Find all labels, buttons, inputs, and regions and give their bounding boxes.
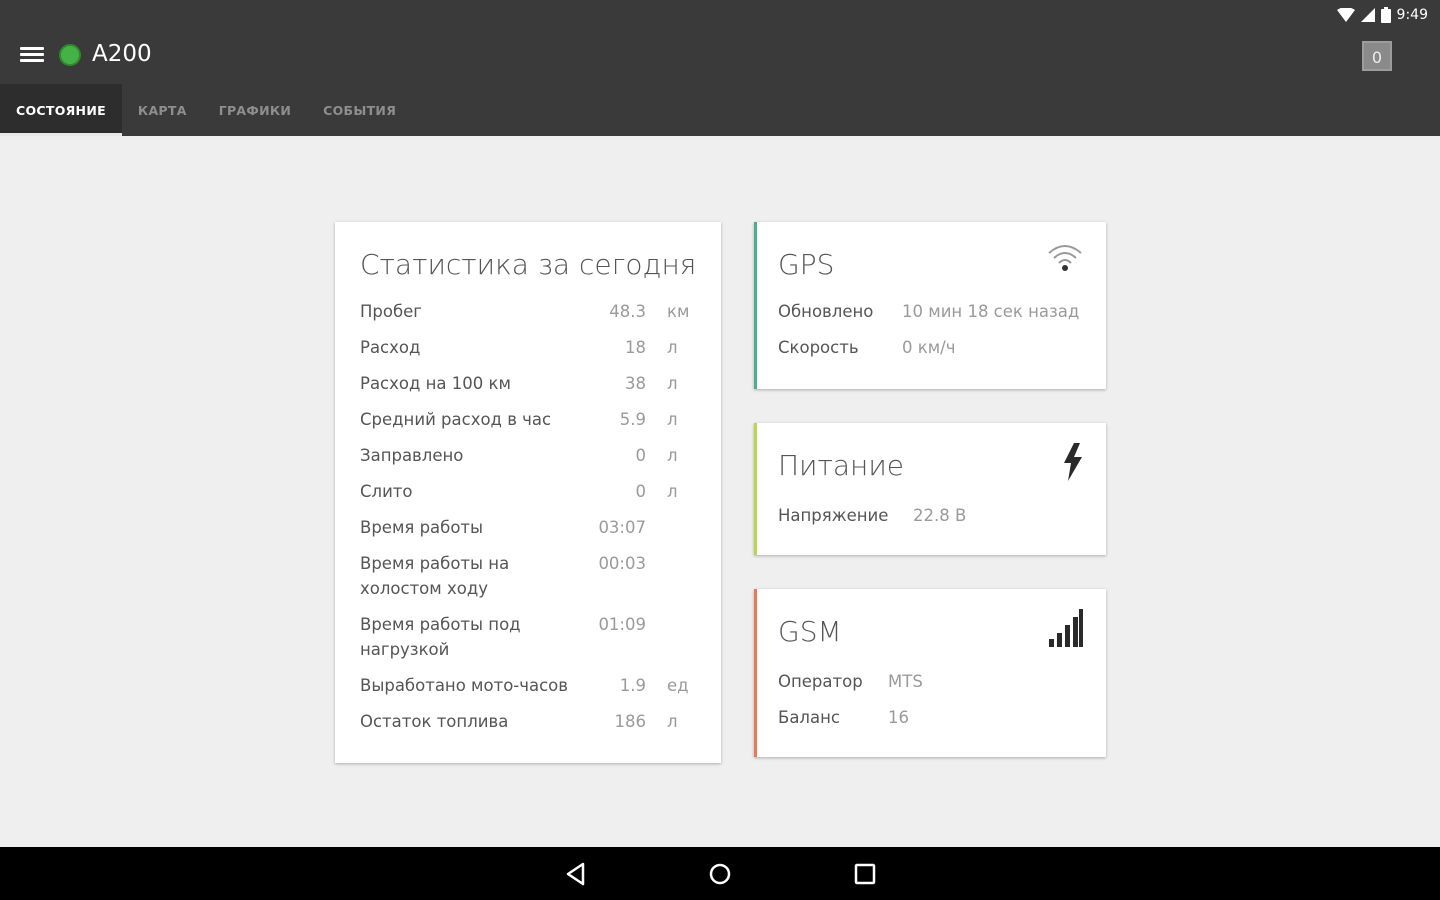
gps-updated-row: Обновлено 10 мин 18 сек назад: [778, 299, 1098, 324]
gsm-balance-value: 16: [888, 708, 909, 727]
notification-counter[interactable]: 0: [1362, 41, 1392, 71]
toolbar: A200 0: [0, 30, 1440, 82]
stat-label: Заправлено: [360, 446, 464, 465]
stat-unit: л: [667, 410, 678, 429]
tab-events[interactable]: СОБЫТИЯ: [307, 84, 412, 136]
stat-value: 0: [635, 446, 647, 465]
stats-card: Статистика за сегодня Пробег 48.3 км Расход…: [335, 222, 721, 763]
tab-status[interactable]: СОСТОЯНИЕ: [0, 84, 122, 136]
power-title: Питание: [778, 449, 904, 482]
stat-label: Время работы под нагрузкой: [360, 615, 521, 659]
gsm-operator-row: Оператор MTS: [778, 669, 1098, 694]
stat-unit: л: [667, 482, 678, 501]
stat-unit: л: [667, 374, 678, 393]
stat-label: Время работы на холостом ходу: [360, 554, 510, 598]
power-card: Питание Напряжение 22.8 В: [754, 423, 1106, 555]
system-status-bar: 9:49: [1336, 4, 1428, 26]
stat-label: Слито: [360, 482, 413, 501]
online-status-icon: [59, 44, 81, 66]
gps-speed-row: Скорость 0 км/ч: [778, 335, 1098, 360]
stat-value: 00:03: [598, 554, 646, 573]
gps-card: GPS Обновлено 10 мин 18 сек назад Скорос…: [754, 222, 1106, 389]
power-voltage-label: Напряжение: [778, 506, 889, 525]
cell-status-icon: [1360, 8, 1375, 22]
wifi-signal-icon: [1048, 245, 1082, 271]
gsm-card: GSM Оператор MTS Баланс 16: [754, 589, 1106, 757]
stat-label: Остаток топлива: [360, 712, 509, 731]
gsm-balance-row: Баланс 16: [778, 705, 1098, 730]
stat-unit: км: [667, 302, 690, 321]
gsm-balance-label: Баланс: [778, 708, 840, 727]
stats-title: Статистика за сегодня: [360, 248, 697, 281]
wifi-status-icon: [1336, 8, 1355, 22]
vehicle-title: A200: [92, 41, 152, 67]
stat-value: 0: [635, 482, 647, 501]
cell-signal-icon: [1049, 609, 1083, 647]
gsm-operator-label: Оператор: [778, 672, 863, 691]
stat-value: 186: [614, 712, 647, 731]
power-voltage-row: Напряжение 22.8 В: [778, 503, 1098, 528]
gsm-operator-value: MTS: [888, 672, 923, 691]
stat-unit: л: [667, 712, 678, 731]
back-icon[interactable]: [563, 861, 589, 887]
stat-value: 38: [625, 374, 646, 393]
gps-accent: [754, 222, 757, 389]
stat-value: 1.9: [619, 676, 646, 695]
power-accent: [754, 423, 757, 555]
stat-value: 5.9: [619, 410, 646, 429]
gps-updated-value: 10 мин 18 сек назад: [902, 302, 1080, 321]
gsm-accent: [754, 589, 757, 757]
stat-unit: л: [667, 446, 678, 465]
gps-speed-value: 0 км/ч: [902, 338, 956, 357]
recents-icon[interactable]: [852, 861, 878, 887]
stat-label: Расход: [360, 338, 421, 357]
gps-speed-label: Скорость: [778, 338, 859, 357]
stat-label: Пробег: [360, 302, 422, 321]
stat-label: Время работы: [360, 518, 484, 537]
app-bar: 9:49 A200 0 СОСТОЯНИЕ КАРТА ГРАФИКИ СОБЫ…: [0, 0, 1440, 136]
stat-unit: л: [667, 338, 678, 357]
gps-updated-label: Обновлено: [778, 302, 874, 321]
stat-value: 48.3: [609, 302, 646, 321]
stat-label: Выработано мото-часов: [360, 676, 569, 695]
battery-icon: [1380, 7, 1391, 23]
tab-bar: СОСТОЯНИЕ КАРТА ГРАФИКИ СОБЫТИЯ: [0, 84, 412, 136]
tab-map[interactable]: КАРТА: [122, 84, 203, 136]
clock: 9:49: [1396, 7, 1428, 23]
stat-value: 18: [625, 338, 646, 357]
stat-value: 01:09: [598, 615, 646, 634]
menu-icon[interactable]: [20, 44, 44, 66]
gps-title: GPS: [778, 248, 835, 281]
system-nav-bar: [0, 847, 1440, 900]
tab-charts[interactable]: ГРАФИКИ: [203, 84, 307, 136]
stat-label: Средний расход в час: [360, 410, 552, 429]
power-voltage-value: 22.8 В: [913, 506, 967, 525]
stat-value: 03:07: [598, 518, 646, 537]
stat-unit: ед: [667, 676, 689, 695]
gsm-title: GSM: [778, 615, 842, 648]
lightning-icon: [1064, 443, 1082, 481]
home-icon[interactable]: [707, 861, 733, 887]
stat-label: Расход на 100 км: [360, 374, 511, 393]
